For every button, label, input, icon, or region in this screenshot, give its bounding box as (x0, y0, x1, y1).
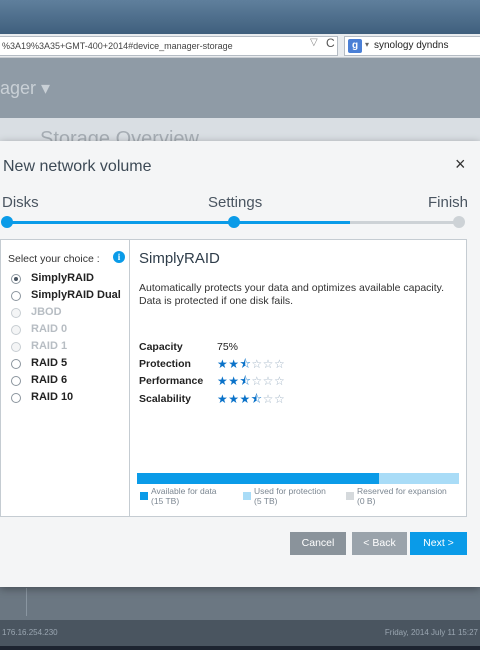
radio-button (11, 342, 21, 352)
star-half-icon: ⯪ (250, 392, 263, 406)
raid-choice-list: Select your choice : i SimplyRAID Simply… (1, 240, 130, 516)
metric-capacity-value: 75% (217, 341, 239, 353)
metric-protection-label: Protection (139, 358, 191, 370)
google-icon[interactable]: g (348, 39, 362, 53)
option-raid-5[interactable]: RAID 5 (11, 356, 129, 372)
option-label: RAID 6 (31, 374, 68, 386)
radio-button (11, 308, 21, 318)
cancel-button[interactable]: Cancel (290, 532, 346, 555)
app-header (0, 58, 480, 118)
step-disks-dot (1, 216, 13, 228)
radio-button[interactable] (11, 291, 21, 301)
option-label: SimplyRAID Dual (31, 289, 121, 301)
star-full-icon: ★ (239, 392, 251, 406)
protection-rating: ★★⯪☆☆☆ (217, 357, 285, 371)
option-label: RAID 0 (31, 323, 68, 335)
star-half-icon: ⯪ (239, 374, 252, 388)
address-bar-url: %3A19%3A35+GMT-400+2014#device_manager-s… (2, 41, 233, 51)
option-raid-1: RAID 1 (11, 339, 129, 355)
legend-swatch (243, 492, 251, 500)
legend-swatch (346, 492, 354, 500)
search-bar[interactable]: g ▾ synology dyndns (344, 36, 480, 56)
radio-button[interactable] (11, 393, 21, 403)
raid-description: Automatically protects your data and opt… (139, 282, 445, 307)
app-title: ager ▾ (0, 78, 51, 98)
star-empty-icon: ☆ (262, 357, 274, 371)
status-bar: 176.16.254.230 Friday, 2014 July 11 15:2… (0, 620, 480, 646)
reload-icon[interactable]: C (326, 36, 335, 50)
star-half-icon: ⯪ (239, 357, 252, 371)
option-label: RAID 5 (31, 357, 68, 369)
address-bar[interactable]: %3A19%3A35+GMT-400+2014#device_manager-s… (0, 36, 338, 56)
star-full-icon: ★ (228, 374, 240, 388)
star-full-icon: ★ (228, 357, 240, 371)
next-button[interactable]: Next > (410, 532, 467, 555)
star-empty-icon: ☆ (273, 357, 286, 371)
dropdown-arrow-icon[interactable]: ▽ (310, 37, 318, 48)
step-disks: Disks (2, 194, 39, 211)
metric-capacity-label: Capacity (139, 341, 183, 353)
legend-value: (0 B) (357, 495, 376, 506)
close-icon[interactable]: × (455, 154, 466, 175)
legend-label: Available for data (151, 486, 217, 496)
option-label: SimplyRAID (31, 272, 94, 284)
capacity-bar (137, 473, 459, 484)
option-label: RAID 1 (31, 340, 68, 352)
info-icon[interactable]: i (113, 251, 125, 263)
option-raid-6[interactable]: RAID 6 (11, 373, 129, 389)
step-finish-dot (453, 216, 465, 228)
star-empty-icon: ☆ (273, 374, 286, 388)
star-empty-icon: ☆ (262, 392, 274, 406)
star-full-icon: ★ (217, 357, 229, 371)
legend-value: (15 TB) (151, 495, 180, 506)
choice-heading: Select your choice : (8, 253, 100, 265)
status-ip: 176.16.254.230 (2, 628, 58, 637)
star-full-icon: ★ (217, 374, 229, 388)
search-engine-caret-icon[interactable]: ▾ (365, 40, 369, 49)
radio-button (11, 325, 21, 335)
option-simplyraid[interactable]: SimplyRAID (11, 271, 129, 287)
search-query: synology dyndns (374, 40, 449, 51)
option-raid-0: RAID 0 (11, 322, 129, 338)
performance-rating: ★★⯪☆☆☆ (217, 374, 285, 388)
radio-button[interactable] (11, 274, 21, 284)
browser-titlebar (0, 0, 480, 34)
option-label: RAID 10 (31, 391, 74, 403)
step-settings-dot (228, 216, 240, 228)
star-empty-icon: ☆ (273, 392, 286, 406)
legend-label: Reserved for expansion (357, 486, 447, 496)
option-simplyraid-dual[interactable]: SimplyRAID Dual (11, 288, 129, 304)
divider (26, 588, 27, 616)
legend-swatch (140, 492, 148, 500)
step-settings: Settings (208, 194, 263, 211)
browser-toolbar: %3A19%3A35+GMT-400+2014#device_manager-s… (0, 34, 480, 58)
dialog-title: New network volume (3, 158, 152, 175)
star-full-icon: ★ (228, 392, 240, 406)
raid-detail-title: SimplyRAID (139, 250, 220, 267)
app-title-caret-icon: ▾ (41, 78, 51, 98)
star-empty-icon: ☆ (262, 374, 274, 388)
star-empty-icon: ☆ (251, 374, 263, 388)
step-finish: Finish (428, 194, 469, 211)
settings-panel: Select your choice : i SimplyRAID Simply… (0, 239, 467, 517)
step-progress-fill (6, 221, 350, 224)
radio-button[interactable] (11, 376, 21, 386)
star-empty-icon: ☆ (251, 357, 263, 371)
status-datetime: Friday, 2014 July 11 15:27 (384, 628, 478, 637)
radio-button[interactable] (11, 359, 21, 369)
legend-value: (5 TB) (254, 495, 278, 506)
option-jbod: JBOD (11, 305, 129, 321)
taskbar (0, 646, 480, 650)
capacity-bar-available (137, 473, 379, 484)
metric-performance-label: Performance (139, 375, 204, 387)
star-full-icon: ★ (217, 392, 229, 406)
option-raid-10[interactable]: RAID 10 (11, 390, 129, 406)
option-label: JBOD (31, 306, 62, 318)
metric-scalability-label: Scalability (139, 393, 191, 405)
scalability-rating: ★★★⯪☆☆ (217, 392, 285, 406)
app-bottom-bar (0, 585, 480, 620)
legend-label: Used for protection (254, 486, 326, 496)
new-volume-dialog: New network volume × Disks Settings Fini… (0, 141, 480, 587)
back-button[interactable]: < Back (352, 532, 407, 555)
